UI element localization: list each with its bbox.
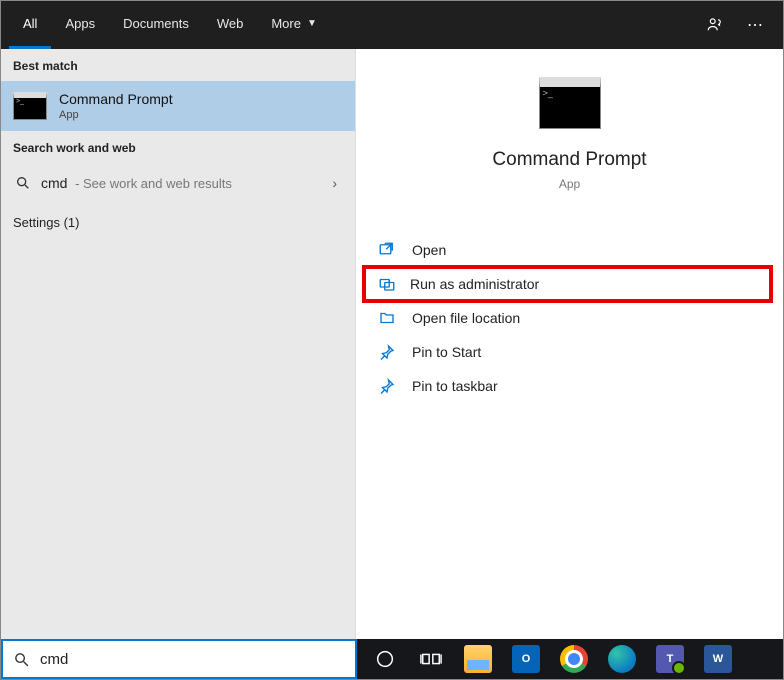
pin-icon [376,343,398,361]
taskbar-search[interactable] [1,639,357,679]
search-icon [13,175,33,191]
web-search-row[interactable]: cmd - See work and web results › [1,163,355,203]
taskbar: O T W [1,639,783,679]
search-web-header: Search work and web [1,131,355,163]
settings-group[interactable]: Settings (1) [1,203,355,242]
action-open-location-label: Open file location [412,310,520,326]
task-view-button[interactable] [409,639,453,679]
action-open[interactable]: Open [356,233,783,267]
action-run-as-administrator[interactable]: Run as administrator [364,267,771,301]
web-search-hint: - See work and web results [71,176,231,191]
web-search-query: cmd [41,175,67,191]
taskbar-app-chrome[interactable] [551,639,597,679]
results-panel: Best match Command Prompt App Search wor… [1,49,356,639]
best-match-subtitle: App [59,109,173,121]
more-options-icon[interactable]: ⋯ [735,1,775,49]
feedback-icon[interactable] [695,1,735,49]
taskbar-app-outlook[interactable]: O [503,639,549,679]
action-pin-start-label: Pin to Start [412,344,481,360]
tab-web[interactable]: Web [203,1,258,49]
preview-subtitle: App [559,177,580,191]
action-run-admin-label: Run as administrator [410,276,539,292]
web-search-text: cmd - See work and web results [41,175,332,191]
open-icon [376,241,398,259]
preview-panel: Command Prompt App Open Run as administr… [356,49,783,639]
tab-documents[interactable]: Documents [109,1,203,49]
taskbar-app-teams[interactable]: T [647,639,693,679]
action-pin-to-start[interactable]: Pin to Start [356,335,783,369]
command-prompt-icon [539,77,601,129]
command-prompt-icon [13,92,47,120]
best-match-header: Best match [1,49,355,81]
taskbar-app-word[interactable]: W [695,639,741,679]
top-tabs: All Apps Documents Web More ▼ ⋯ [1,1,783,49]
shield-icon [376,275,398,293]
chevron-right-icon: › [332,175,343,191]
action-open-file-location[interactable]: Open file location [356,301,783,335]
preview-title: Command Prompt [492,149,646,171]
taskbar-app-edge[interactable] [599,639,645,679]
action-pin-to-taskbar[interactable]: Pin to taskbar [356,369,783,403]
taskbar-app-file-explorer[interactable] [455,639,501,679]
search-icon [13,651,30,668]
pin-icon [376,377,398,395]
action-pin-taskbar-label: Pin to taskbar [412,378,498,394]
action-open-label: Open [412,242,446,258]
tab-more[interactable]: More ▼ [257,1,331,49]
best-match-item[interactable]: Command Prompt App [1,81,355,131]
tab-all[interactable]: All [9,1,51,49]
chevron-down-icon: ▼ [307,18,317,29]
cortana-button[interactable] [363,639,407,679]
tab-apps[interactable]: Apps [51,1,109,49]
search-input[interactable] [40,651,345,668]
tab-more-label: More [271,16,301,31]
folder-icon [376,309,398,327]
best-match-title: Command Prompt [59,91,173,107]
